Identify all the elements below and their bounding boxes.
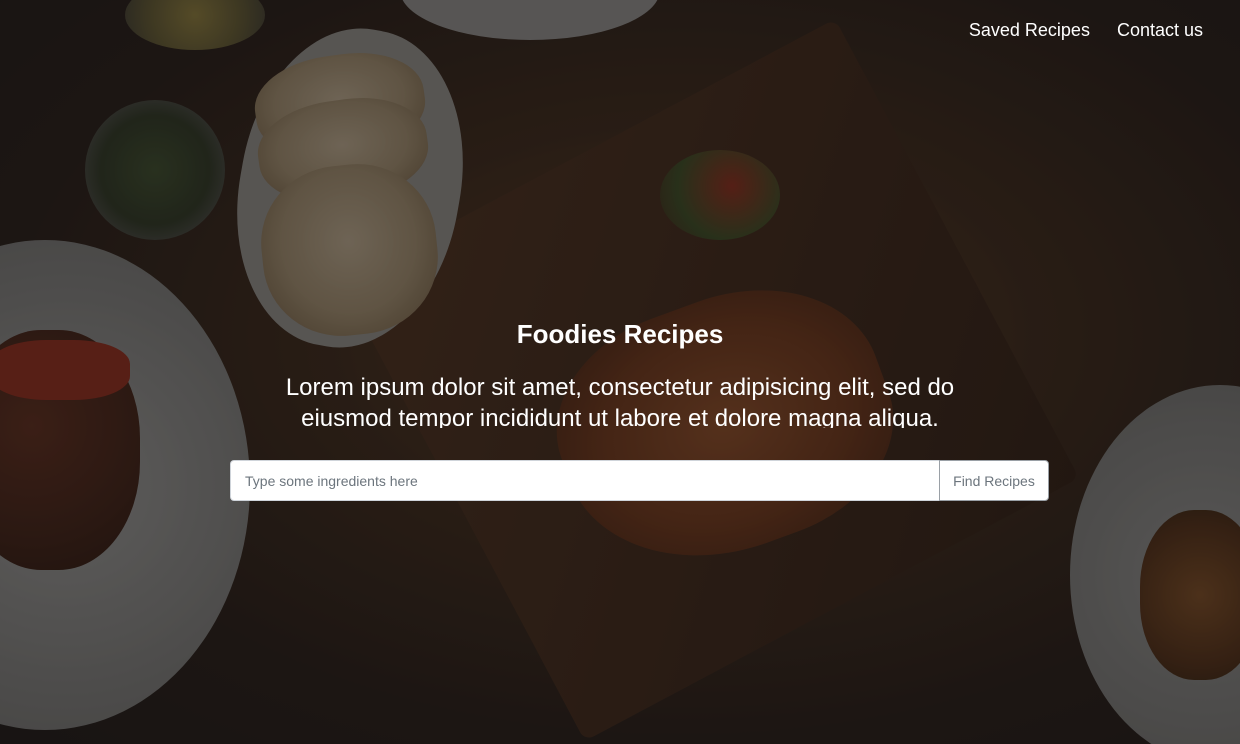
ingredient-search-form: Find Recipes: [230, 460, 1049, 501]
nav-contact-us-link[interactable]: Contact us: [1117, 20, 1203, 41]
hero-section: Saved Recipes Contact us Foodies Recipes…: [0, 0, 1240, 744]
top-nav: Saved Recipes Contact us: [969, 20, 1203, 41]
find-recipes-button[interactable]: Find Recipes: [939, 460, 1049, 501]
nav-saved-recipes-link[interactable]: Saved Recipes: [969, 20, 1090, 41]
ingredient-search-input[interactable]: [230, 460, 939, 501]
hero-content: Foodies Recipes Lorem ipsum dolor sit am…: [0, 316, 1240, 428]
page-title: Foodies Recipes: [516, 319, 724, 349]
hero-subtitle: Lorem ipsum dolor sit amet, consectetur …: [285, 374, 955, 428]
